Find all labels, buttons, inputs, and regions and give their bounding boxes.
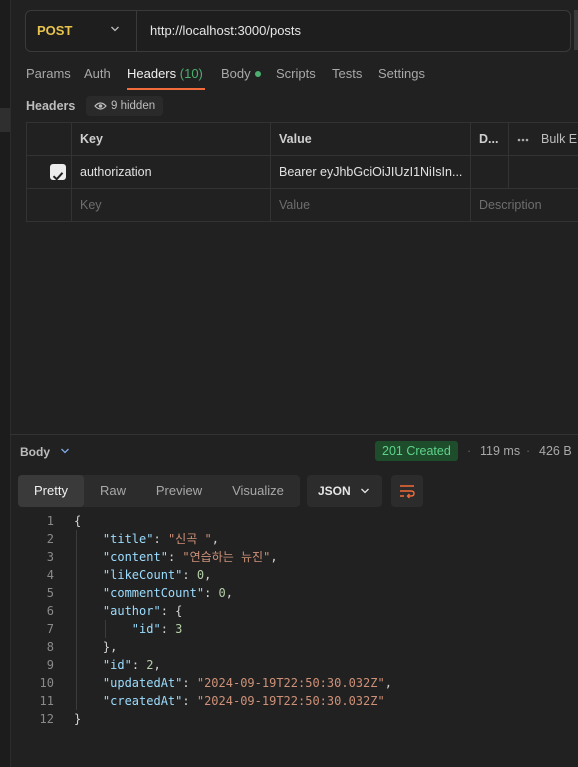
status-badge[interactable]: 201 Created xyxy=(375,441,458,461)
column-description: D... xyxy=(471,123,509,155)
header-value-input[interactable]: Bearer eyJhbGciOiJIUzI1NiIsIn... xyxy=(271,156,471,188)
tab-body-label: Body xyxy=(221,66,251,81)
tab-raw[interactable]: Raw xyxy=(88,475,138,507)
indent-guide xyxy=(76,530,77,710)
line-number: 8 xyxy=(46,640,54,654)
sidebar-marker xyxy=(0,108,10,132)
select-column xyxy=(27,123,72,155)
code-line-text: "createdAt": "2024-09-19T22:50:30.032Z" xyxy=(102,694,385,708)
column-value: Value xyxy=(271,123,471,155)
row-extra-cell xyxy=(509,156,578,188)
method-select[interactable]: POST xyxy=(26,11,137,51)
table-row-new: Key Value Description xyxy=(27,189,578,222)
code-line-text: { xyxy=(74,514,82,528)
method-label: POST xyxy=(37,23,73,38)
wrap-icon xyxy=(400,485,415,499)
modified-dot-icon xyxy=(254,71,261,77)
column-key: Key xyxy=(72,123,271,155)
format-select[interactable]: JSON xyxy=(307,475,382,507)
response-view-tabs: Pretty Raw Preview Visualize xyxy=(18,475,300,507)
chevron-down-icon xyxy=(361,488,369,494)
line-number: 1 xyxy=(46,514,54,528)
separator-dot: · xyxy=(526,444,531,458)
checkmark-icon xyxy=(52,172,64,181)
response-time[interactable]: 119 ms xyxy=(480,444,520,458)
table-header-row: Key Value D... Bulk E xyxy=(27,123,578,156)
code-line-text: "author": { xyxy=(102,604,183,618)
tab-preview[interactable]: Preview xyxy=(144,475,214,507)
send-button-edge[interactable] xyxy=(574,10,578,50)
headers-table: Key Value D... Bulk E authorization Bear… xyxy=(26,122,578,222)
table-row: authorization Bearer eyJhbGciOiJIUzI1NiI… xyxy=(27,156,578,189)
line-number: 12 xyxy=(39,712,54,726)
headers-section-title: Headers xyxy=(26,99,76,113)
header-description-input[interactable] xyxy=(471,156,509,188)
code-line-text: "updatedAt": "2024-09-19T22:50:30.032Z", xyxy=(102,676,392,690)
tab-pretty[interactable]: Pretty xyxy=(18,475,84,507)
new-description-input[interactable]: Description xyxy=(471,189,578,221)
tab-auth[interactable]: Auth xyxy=(84,66,111,81)
code-line-text: "content": "연습하는 뉴진", xyxy=(102,550,278,564)
chevron-down-icon[interactable] xyxy=(60,446,70,456)
tab-headers-label: Headers xyxy=(127,66,177,81)
line-number: 5 xyxy=(46,586,54,600)
format-label: JSON xyxy=(318,484,351,498)
tab-visualize[interactable]: Visualize xyxy=(222,475,294,507)
request-bar: POST http://localhost:3000/posts xyxy=(25,10,571,52)
eye-icon xyxy=(94,102,107,110)
line-number: 7 xyxy=(46,622,54,636)
line-number: 3 xyxy=(46,550,54,564)
tab-params[interactable]: Params xyxy=(26,66,71,81)
row-select-cell xyxy=(27,189,72,221)
code-line-text: "likeCount": 0, xyxy=(102,568,212,582)
hidden-headers-toggle[interactable]: 9 hidden xyxy=(86,96,164,116)
chevron-down-icon xyxy=(111,26,119,32)
line-number: 9 xyxy=(46,658,54,672)
new-key-input[interactable]: Key xyxy=(72,189,271,221)
code-line-text: }, xyxy=(102,640,118,654)
url-input[interactable]: http://localhost:3000/posts xyxy=(150,23,301,38)
hidden-headers-label: 9 hidden xyxy=(111,100,156,112)
bulk-edit-button[interactable]: Bulk E xyxy=(509,123,578,155)
tab-body[interactable]: Body xyxy=(221,66,261,81)
row-select-cell xyxy=(27,156,72,188)
code-line-text: "commentCount": 0, xyxy=(102,586,233,600)
line-number: 10 xyxy=(39,676,54,690)
line-number: 2 xyxy=(46,532,54,546)
bulk-edit-label: Bulk E xyxy=(541,132,578,146)
more-icon xyxy=(517,138,529,142)
tab-scripts[interactable]: Scripts xyxy=(276,66,316,81)
new-value-input[interactable]: Value xyxy=(271,189,471,221)
pane-divider[interactable] xyxy=(10,434,578,435)
code-line-text: "title": "신곡 ", xyxy=(102,532,219,546)
line-number: 4 xyxy=(46,568,54,582)
active-tab-indicator xyxy=(127,88,205,90)
code-line-text: } xyxy=(74,712,82,726)
separator-dot: · xyxy=(467,444,472,458)
tab-headers-count: (10) xyxy=(179,66,203,81)
response-body-label[interactable]: Body xyxy=(20,445,50,459)
header-key-input[interactable]: authorization xyxy=(72,156,271,188)
code-line-text: "id": 3 xyxy=(131,622,183,636)
wrap-lines-button[interactable] xyxy=(391,475,423,507)
tab-settings[interactable]: Settings xyxy=(378,66,425,81)
tab-headers[interactable]: Headers (10) xyxy=(127,66,203,81)
line-number: 6 xyxy=(46,604,54,618)
line-number: 11 xyxy=(39,694,54,708)
tab-tests[interactable]: Tests xyxy=(332,66,362,81)
response-size[interactable]: 426 B xyxy=(539,444,572,458)
row-enabled-checkbox[interactable] xyxy=(50,164,66,181)
code-line-text: "id": 2, xyxy=(102,658,161,672)
indent-guide xyxy=(105,620,106,638)
